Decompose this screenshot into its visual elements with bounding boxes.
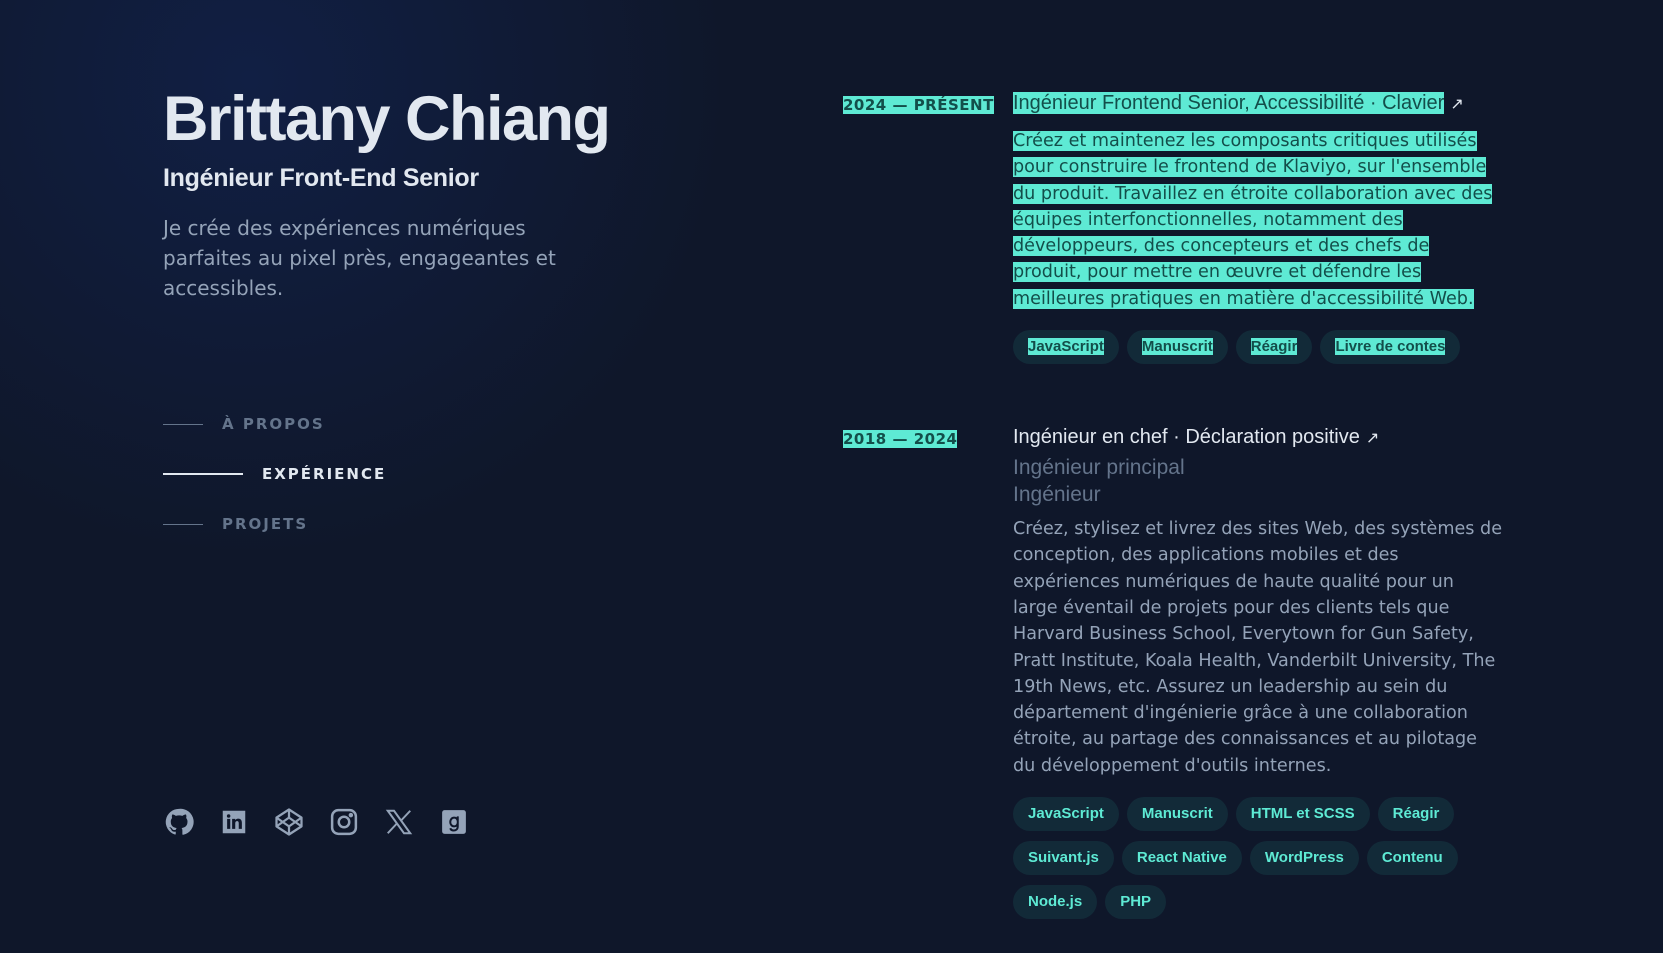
goodreads-icon[interactable]: [438, 806, 470, 838]
tech-tags: JavaScript Manuscrit HTML et SCSS Réagir…: [1013, 797, 1503, 929]
social-links: [163, 806, 493, 838]
tech-tag: WordPress: [1249, 841, 1359, 876]
tech-tag: Suivant.js: [1013, 841, 1114, 876]
section-nav: À PROPOS EXPÉRIENCE PROJETS: [163, 399, 386, 549]
tech-tag-label: Livre de contes: [1335, 338, 1446, 356]
tech-tag-label: Réagir: [1250, 338, 1298, 356]
tech-tag: Manuscrit: [1126, 330, 1228, 365]
tech-tag: React Native: [1121, 841, 1242, 876]
tech-tag: JavaScript: [1013, 797, 1119, 832]
profile-header: Brittany Chiang Ingénieur Front-End Seni…: [163, 78, 723, 303]
instagram-icon[interactable]: [328, 806, 360, 838]
tech-tag: Node.js: [1013, 885, 1098, 920]
nav-item-label: EXPÉRIENCE: [262, 465, 387, 483]
experience-item[interactable]: 2024 — PRÉSENT Ingénieur Frontend Senior…: [843, 88, 1513, 374]
job-period: 2018 — 2024: [843, 422, 1013, 929]
job-title-link[interactable]: Ingénieur en chef · Déclaration positive…: [1013, 422, 1503, 454]
job-title-link[interactable]: Ingénieur Frontend Senior, Accessibilité…: [1013, 88, 1503, 120]
job-body: Ingénieur en chef · Déclaration positive…: [1013, 422, 1503, 929]
nav-item-experience[interactable]: EXPÉRIENCE: [163, 449, 386, 499]
nav-item-label: À PROPOS: [222, 415, 325, 433]
tech-tag: HTML et SCSS: [1235, 797, 1370, 832]
linkedin-icon[interactable]: [218, 806, 250, 838]
tech-tag: Manuscrit: [1126, 797, 1228, 832]
previous-role: Ingénieur principal: [1013, 456, 1185, 480]
profile-name[interactable]: Brittany Chiang: [163, 78, 723, 160]
github-icon[interactable]: [163, 806, 195, 838]
nav-indicator: [163, 473, 243, 475]
nav-item-label: PROJETS: [222, 515, 309, 533]
tech-tag: Livre de contes: [1320, 330, 1461, 365]
nav-item-projects[interactable]: PROJETS: [163, 499, 386, 549]
job-period: 2024 — PRÉSENT: [843, 88, 1013, 374]
tech-tag: JavaScript: [1013, 330, 1119, 365]
profile-role: Ingénieur Front-End Senior: [163, 164, 479, 192]
job-description: Créez, stylisez et livrez des sites Web,…: [1013, 519, 1503, 776]
tech-tag: Réagir: [1377, 797, 1455, 832]
experience-item[interactable]: 2018 — 2024 Ingénieur en chef · Déclarat…: [843, 422, 1513, 929]
job-description-text: Créez et maintenez les composants critiq…: [1013, 131, 1493, 309]
tech-tag: Contenu: [1366, 841, 1458, 876]
job-title-text: Ingénieur en chef · Déclaration positive: [1013, 426, 1360, 449]
nav-indicator: [163, 423, 203, 425]
arrow-up-right-icon: ↗: [1365, 430, 1380, 448]
previous-role: Ingénieur: [1013, 483, 1101, 507]
tech-tag-label: Manuscrit: [1141, 338, 1213, 356]
arrow-up-right-icon: ↗: [1450, 96, 1464, 113]
tech-tags: JavaScript Manuscrit Réagir Livre de con…: [1013, 330, 1503, 374]
tech-tag: PHP: [1105, 885, 1167, 920]
experience-section: 2024 — PRÉSENT Ingénieur Frontend Senior…: [843, 88, 1513, 929]
tech-tag: Réagir: [1235, 330, 1313, 365]
profile-tagline: Je crée des expériences numériques parfa…: [163, 216, 556, 300]
job-period-text: 2024 — PRÉSENT: [843, 96, 994, 114]
nav-indicator: [163, 523, 203, 525]
tech-tag-label: JavaScript: [1028, 338, 1104, 356]
job-title-text: Ingénieur Frontend Senior, Accessibilité…: [1013, 92, 1445, 114]
job-body: Ingénieur Frontend Senior, Accessibilité…: [1013, 88, 1503, 374]
nav-item-about[interactable]: À PROPOS: [163, 399, 386, 449]
job-description: Créez et maintenez les composants critiq…: [1013, 128, 1503, 312]
codepen-icon[interactable]: [273, 806, 305, 838]
job-period-text: 2018 — 2024: [843, 430, 958, 449]
x-icon[interactable]: [383, 806, 415, 838]
